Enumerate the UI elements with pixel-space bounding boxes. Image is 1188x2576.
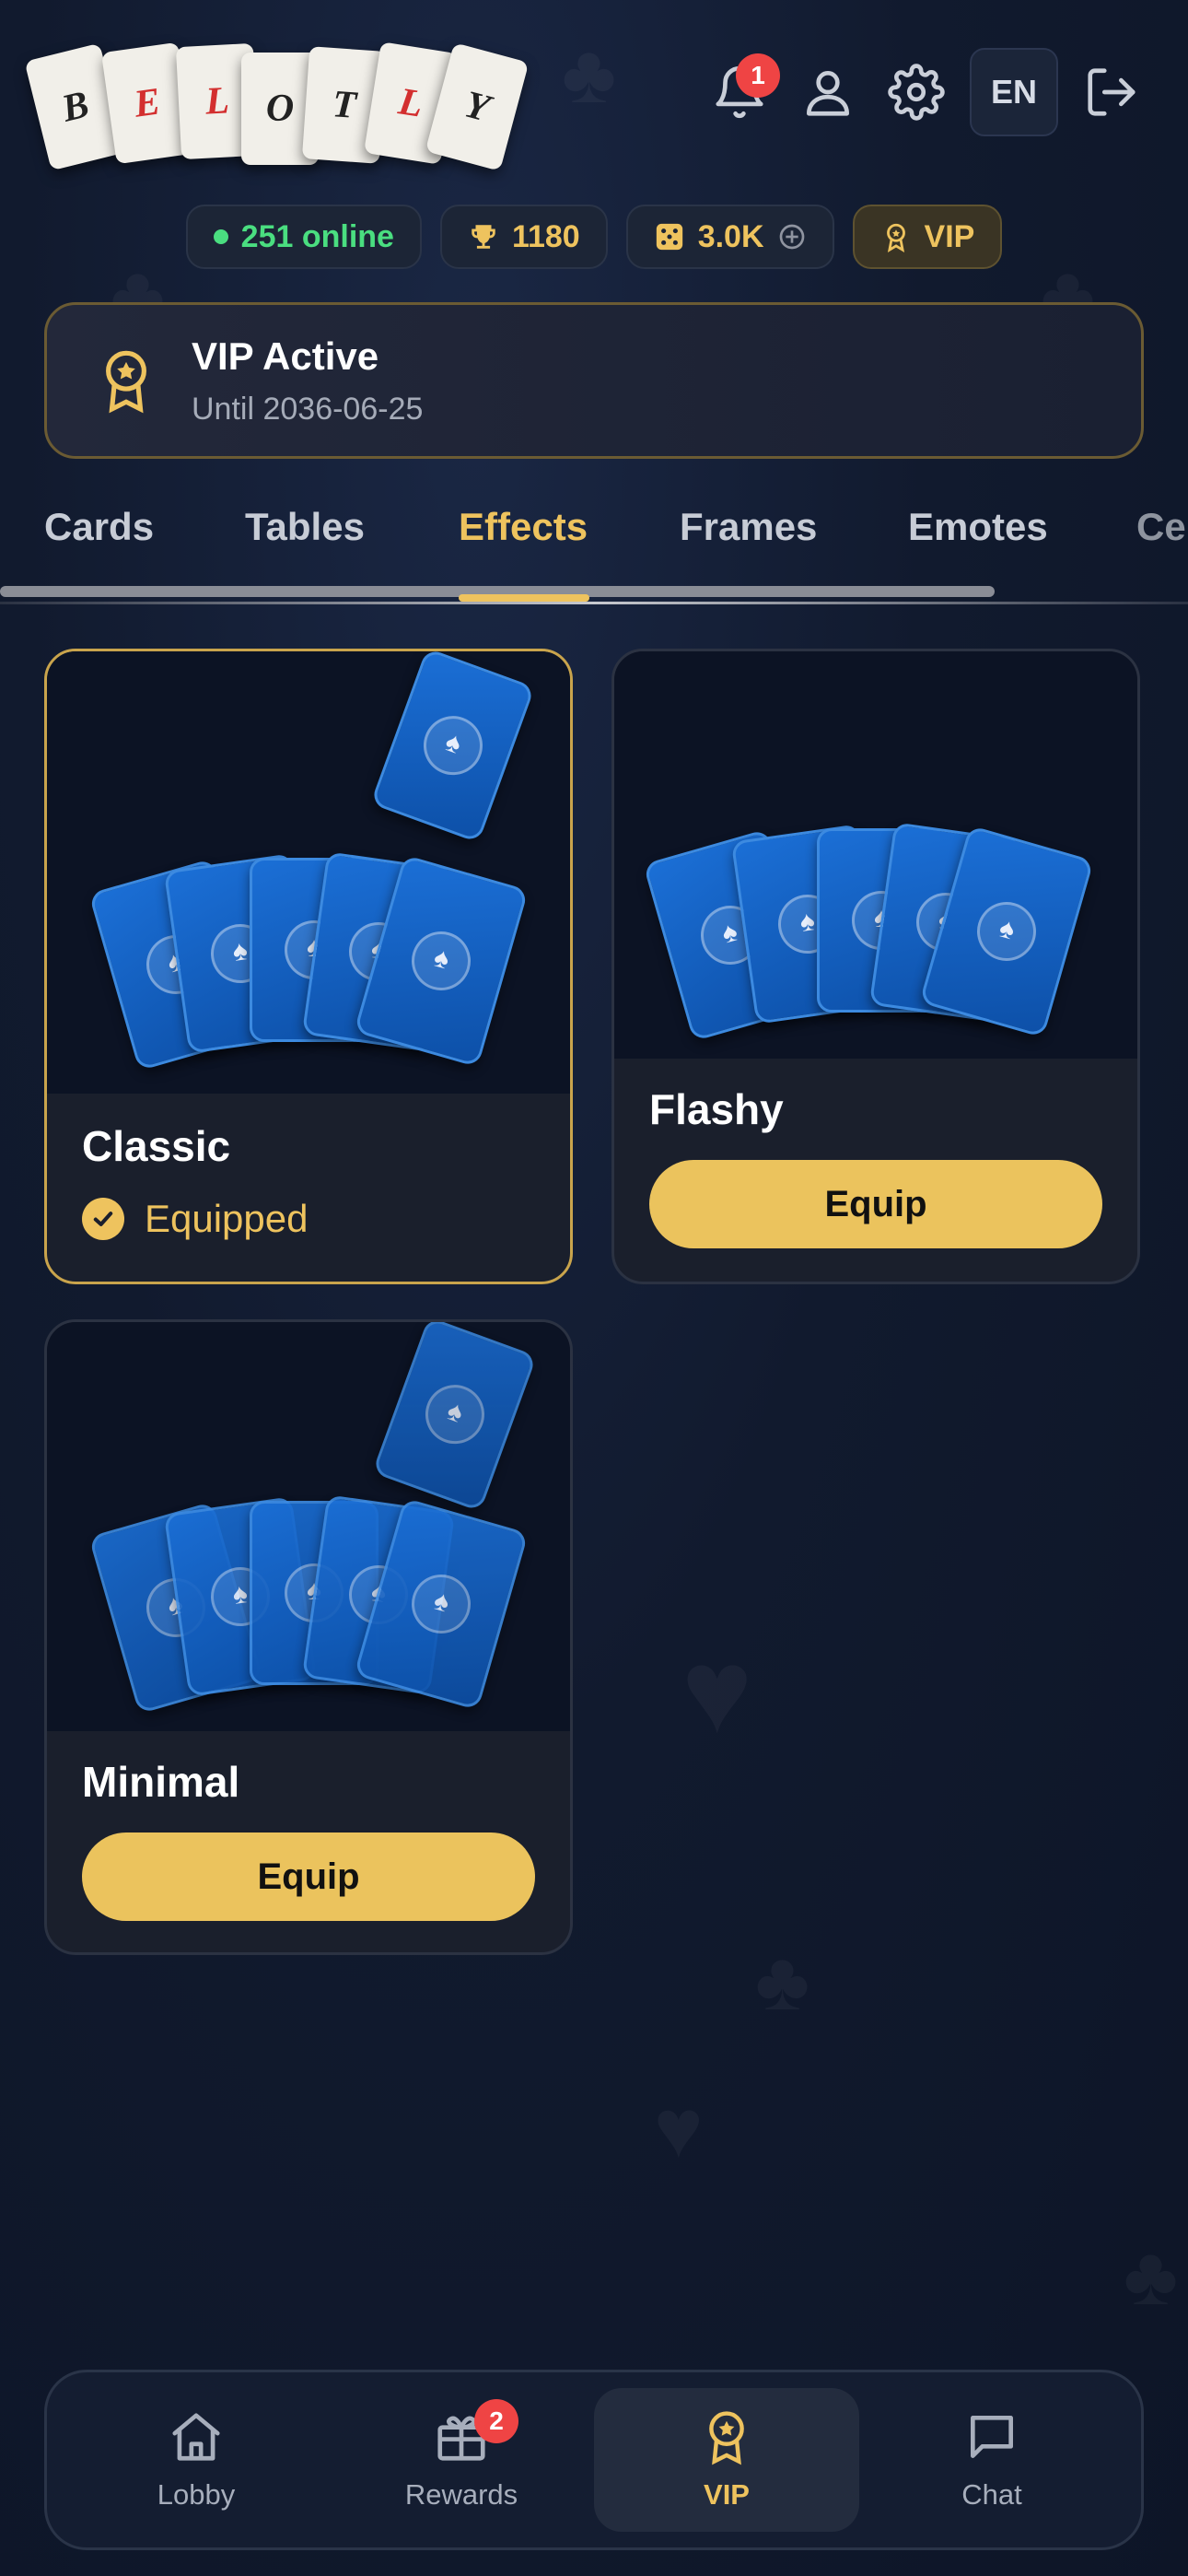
online-dot-icon [213, 229, 228, 244]
nav-rewards-label: Rewards [404, 2478, 518, 2511]
rewards-badge: 2 [474, 2399, 518, 2443]
preview-card [371, 1322, 538, 1512]
belotly-logo: B E L O T L Y [24, 41, 530, 180]
equip-button[interactable]: Equip [82, 1832, 535, 1921]
effect-preview [47, 651, 570, 1094]
background-club-icon: ♣ [562, 28, 616, 123]
chat-icon [971, 2416, 1013, 2458]
nav-chat-label: Chat [961, 2478, 1022, 2511]
tabs-divider [0, 602, 1188, 604]
dice-icon [656, 223, 682, 251]
language-button[interactable]: EN [970, 48, 1058, 136]
effect-card-classic[interactable]: Classic Equipped [44, 649, 573, 1284]
user-icon [807, 71, 849, 116]
effect-name: Classic [82, 1122, 231, 1170]
gear-icon [888, 64, 945, 121]
medal-icon [886, 223, 905, 252]
coins-pill[interactable]: 3.0K [625, 205, 834, 269]
tab-cards[interactable]: Cards [44, 505, 154, 549]
vip-banner-subtitle: Until 2036-06-25 [192, 391, 424, 427]
vip-medal-icon [106, 350, 146, 414]
header-actions: 1 EN [695, 48, 1156, 136]
tab-effects[interactable]: Effects [459, 505, 588, 549]
effect-preview [614, 651, 1137, 1059]
nav-lobby[interactable]: Lobby [64, 2388, 329, 2532]
background-club-icon: ♣ [755, 1935, 809, 2030]
vip-banner-title: VIP Active [192, 334, 379, 378]
active-tab-indicator [459, 594, 589, 602]
tab-emotes[interactable]: Emotes [908, 505, 1048, 549]
tab-frames[interactable]: Frames [680, 505, 817, 549]
vip-status-banner: VIP Active Until 2036-06-25 [44, 302, 1144, 459]
vip-pill-label: VIP [924, 218, 975, 254]
online-count: 251 online [240, 218, 394, 254]
effect-name: Minimal [82, 1758, 240, 1806]
online-count-pill: 251 online [185, 205, 422, 269]
effect-card-minimal[interactable]: Minimal Equip [44, 1319, 573, 1955]
trophies-count: 1180 [511, 218, 580, 254]
vip-pill[interactable]: VIP [852, 205, 1003, 269]
equipped-label: Equipped [145, 1197, 309, 1240]
add-coins-icon[interactable] [777, 222, 807, 252]
coins-count: 3.0K [697, 218, 764, 254]
notifications-button[interactable]: 1 [695, 48, 784, 136]
effect-name: Flashy [649, 1085, 784, 1133]
logout-icon [1088, 68, 1136, 116]
nav-chat[interactable]: Chat [859, 2388, 1124, 2532]
bottom-navigation: Lobby 2 Rewards VIP Chat [44, 2370, 1144, 2550]
effect-card-flashy[interactable]: Flashy Equip [611, 649, 1140, 1284]
equip-button[interactable]: Equip [649, 1160, 1102, 1248]
profile-button[interactable] [784, 48, 872, 136]
nav-lobby-label: Lobby [157, 2478, 236, 2511]
trophy-icon [472, 225, 495, 249]
home-icon [172, 2413, 220, 2461]
effect-preview [47, 1322, 570, 1731]
nav-rewards[interactable]: 2 Rewards [329, 2388, 594, 2532]
nav-vip-label: VIP [704, 2478, 750, 2511]
tab-tables[interactable]: Tables [245, 505, 365, 549]
trophies-pill: 1180 [439, 205, 608, 269]
medal-icon [709, 2411, 744, 2465]
equipped-status: Equipped [82, 1197, 570, 1241]
background-heart-icon: ♥ [654, 2082, 703, 2177]
tab-partial[interactable]: Ce [1136, 505, 1186, 549]
settings-button[interactable] [872, 48, 961, 136]
background-club-icon: ♣ [1124, 2230, 1178, 2324]
logout-button[interactable] [1067, 48, 1156, 136]
preview-card [369, 651, 536, 843]
check-icon [82, 1198, 124, 1240]
vip-banner-text: VIP Active Until 2036-06-25 [192, 334, 423, 427]
background-heart-icon: ♥ [681, 1622, 752, 1760]
stats-bar: 251 online 1180 3.0K VIP [0, 205, 1188, 269]
notifications-badge: 1 [736, 53, 780, 98]
nav-vip[interactable]: VIP [594, 2388, 859, 2532]
